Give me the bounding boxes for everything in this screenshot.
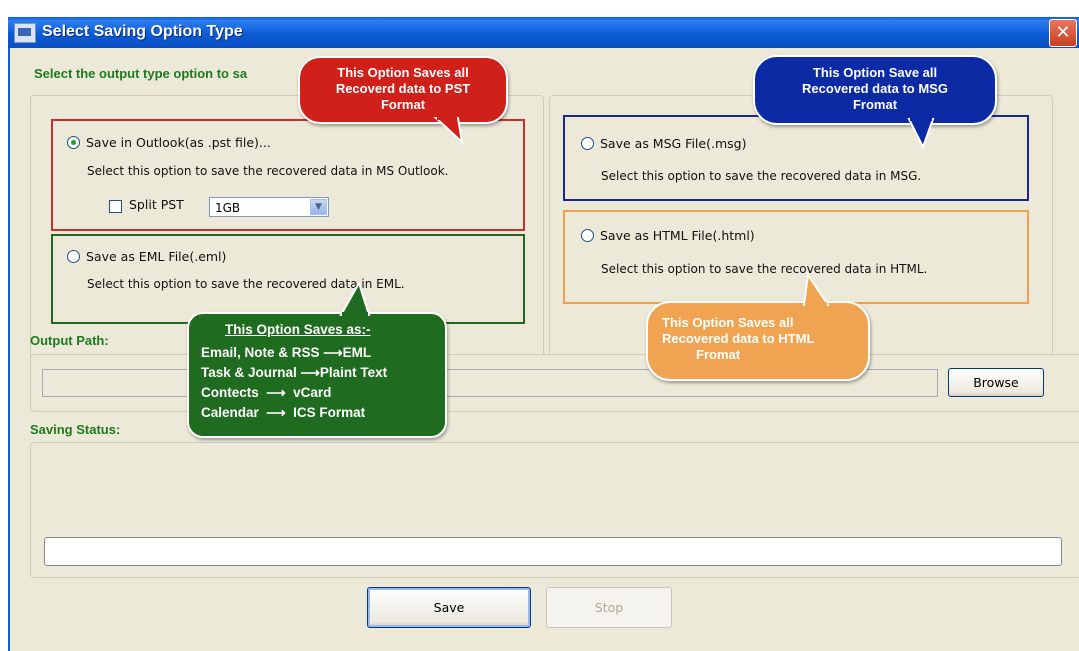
msg-option-label: Save as MSG File(.msg) xyxy=(600,136,747,151)
msg-option-description: Select this option to save the recovered… xyxy=(601,169,922,183)
pst-callout-line-1: This Option Saves all xyxy=(337,65,469,80)
msg-callout-line-1: This Option Save all xyxy=(812,65,938,80)
html-callout-line-2: Recovered data to HTML xyxy=(662,331,815,346)
eml-callout-tail xyxy=(339,280,371,318)
eml-row-2-right: Plaint Text xyxy=(319,365,388,380)
close-icon[interactable]: ✕ xyxy=(1049,19,1077,47)
eml-callout-row: Contects ⟶ vCard xyxy=(201,383,445,403)
browse-button[interactable]: Browse xyxy=(948,368,1044,397)
dialog-window: Select Saving Option Type ✕ Select the o… xyxy=(0,0,1079,651)
pst-option-label: Save in Outlook(as .pst file)... xyxy=(86,135,271,150)
arrow-right-icon: ⟶ xyxy=(266,405,286,420)
eml-row-1-right: EML xyxy=(342,345,372,360)
saving-status-field xyxy=(44,537,1062,566)
msg-callout: This Option Save all Recovered data to M… xyxy=(753,55,997,150)
html-callout-line-3: Fromat xyxy=(696,347,741,362)
eml-callout-heading: This Option Saves as:- xyxy=(225,322,371,337)
msg-radio-row[interactable]: Save as MSG File(.msg) xyxy=(581,136,746,151)
split-size-value: 1GB xyxy=(215,201,241,215)
msg-callout-line-3: Fromat xyxy=(852,97,898,112)
eml-radio[interactable] xyxy=(67,250,80,263)
eml-option-label: Save as EML File(.eml) xyxy=(86,249,227,264)
instruction-label: Select the output type option to sa xyxy=(34,66,248,81)
eml-row-4-left: Calendar xyxy=(201,405,259,420)
html-option-label: Save as HTML File(.html) xyxy=(600,228,755,243)
eml-callout-row: Email, Note & RSS ⟶EML xyxy=(201,343,445,363)
html-callout-line-1: This Option Saves all xyxy=(662,315,794,330)
html-radio-row[interactable]: Save as HTML File(.html) xyxy=(581,228,755,243)
msg-callout-tail xyxy=(907,116,935,150)
pst-option-description: Select this option to save the recovered… xyxy=(87,164,449,178)
eml-radio-row[interactable]: Save as EML File(.eml) xyxy=(67,249,226,264)
html-callout: This Option Saves all Recovered data to … xyxy=(646,272,870,381)
pst-callout-line-2: Recoverd data to PST xyxy=(335,81,471,96)
eml-callout: This Option Saves as:- Email, Note & RSS… xyxy=(187,280,447,438)
msg-callout-line-2: Recovered data to MSG xyxy=(802,81,948,96)
eml-row-2-left: Task & Journal xyxy=(201,365,297,380)
window-title: Select Saving Option Type xyxy=(42,23,243,40)
arrow-right-icon: ⟶ xyxy=(300,365,320,380)
pst-radio-row[interactable]: Save in Outlook(as .pst file)... xyxy=(67,135,271,150)
save-button[interactable]: Save xyxy=(367,587,531,628)
html-option-box: Save as HTML File(.html) Select this opt… xyxy=(563,210,1029,304)
output-path-label: Output Path: xyxy=(30,333,109,348)
eml-callout-row: Calendar ⟶ ICS Format xyxy=(201,403,445,423)
saving-status-label: Saving Status: xyxy=(30,422,121,437)
html-option-description: Select this option to save the recovered… xyxy=(601,262,928,276)
eml-option-box: Save as EML File(.eml) Select this optio… xyxy=(51,234,525,324)
eml-row-3-left: Contects xyxy=(201,385,259,400)
pst-callout-line-3: Format xyxy=(380,97,426,112)
stop-button[interactable]: Stop xyxy=(546,587,672,628)
split-pst-checkbox[interactable] xyxy=(109,200,122,213)
eml-row-3-right: vCard xyxy=(293,385,332,400)
html-radio[interactable] xyxy=(581,229,594,242)
eml-row-4-right: ICS Format xyxy=(293,405,366,420)
html-callout-tail xyxy=(802,272,830,308)
pst-callout: This Option Saves all Recoverd data to P… xyxy=(298,56,508,145)
split-size-select[interactable]: 1GB ▼ xyxy=(209,197,329,217)
chevron-down-icon[interactable]: ▼ xyxy=(310,199,327,215)
title-bar[interactable]: Select Saving Option Type ✕ xyxy=(8,17,1079,48)
arrow-right-icon: ⟶ xyxy=(323,345,343,360)
split-pst-label: Split PST xyxy=(129,197,184,212)
pst-radio[interactable] xyxy=(67,136,80,149)
arrow-right-icon: ⟶ xyxy=(266,385,286,400)
msg-radio[interactable] xyxy=(581,137,594,150)
eml-row-1-left: Email, Note & RSS xyxy=(201,345,320,360)
msg-option-box: Save as MSG File(.msg) Select this optio… xyxy=(563,115,1029,201)
pst-callout-tail xyxy=(433,115,464,145)
app-icon xyxy=(14,23,36,43)
eml-callout-row: Task & Journal ⟶Plaint Text xyxy=(201,363,445,383)
